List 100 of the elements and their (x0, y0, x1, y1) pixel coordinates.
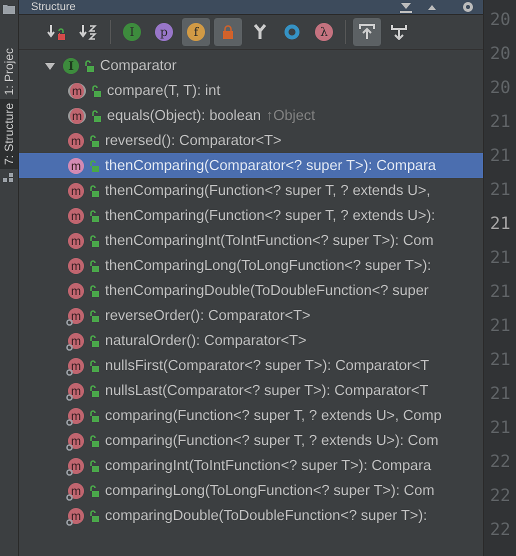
method-icon: m (68, 182, 84, 198)
pin-icon (66, 494, 73, 500)
tree-row[interactable]: m thenComparing(Comparator<? super T>): Compara (19, 153, 483, 178)
method-signature: reverseOrder(): Comparator<T> (105, 308, 310, 324)
method-signature: comparing(Function<? super T, ? extends U>): Com (105, 432, 438, 448)
tree-row[interactable]: m thenComparingLong(ToLongFunction<? super T>): (19, 253, 483, 278)
pin-icon (66, 444, 73, 450)
padlock-icon (89, 210, 99, 222)
method-icon: m (68, 282, 84, 298)
padlock-icon (89, 434, 99, 446)
method-icon: m (68, 308, 84, 324)
panel-title: Structure (31, 1, 77, 13)
interface-icon: I (63, 58, 79, 74)
method-signature: comparingDouble(ToDoubleFunction<? super T>): (105, 508, 428, 524)
method-signature: thenComparingDouble(ToDoubleFunction<? super (105, 282, 429, 298)
method-signature: thenComparingLong(ToLongFunction<? super T>): (105, 258, 432, 274)
method-signature: comparing(Function<? super T, ? extends U>, Comp (105, 408, 442, 424)
method-signature: compare(T, T): int (107, 82, 220, 98)
sort-icon (47, 23, 67, 41)
pin-icon (66, 318, 73, 326)
method-icon: m (68, 432, 84, 448)
filter-toggle[interactable]: p (150, 18, 178, 46)
method-icon: m (68, 358, 84, 374)
tree-row[interactable]: m nullsLast(Comparator<? super T>): Comparator<T (19, 378, 483, 403)
tree-row[interactable]: m comparing(Function<? super T, ? extends U>): Com (19, 428, 483, 453)
padlock-icon (89, 284, 99, 296)
ring-icon (284, 24, 300, 40)
line-number: 21 (489, 214, 512, 235)
tree-row[interactable]: m nullsFirst(Comparator<? super T>): Comparator<T (19, 353, 483, 378)
padlock-icon (89, 360, 99, 372)
method-icon: m (68, 332, 84, 348)
lock-toggle[interactable] (214, 18, 242, 46)
tree-row[interactable]: m comparing(Function<? super T, ? extends U>, Comp (19, 403, 483, 428)
tool-window-tab[interactable]: 7: Structure (0, 99, 18, 170)
method-signature: nullsFirst(Comparator<? super T>): Comparator<T (105, 358, 430, 374)
tree-row[interactable]: m reversed(): Comparator<T> (19, 128, 483, 153)
method-signature: thenComparing(Function<? super T, ? extends U>, (105, 182, 430, 198)
padlock-icon (91, 84, 101, 96)
padlock-icon (89, 484, 99, 496)
padlock-icon (89, 510, 99, 522)
method-icon: m (68, 208, 84, 224)
padlock-icon (89, 384, 99, 396)
filter-toggle[interactable]: I (118, 18, 146, 46)
tree-row[interactable]: m naturalOrder(): Comparator<T> (19, 328, 483, 353)
padlock-icon (89, 234, 99, 246)
settings-icon[interactable] (461, 1, 475, 13)
method-icon: m (68, 458, 84, 474)
method-signature: naturalOrder(): Comparator<T> (105, 332, 306, 348)
alpha-sort-icon (79, 23, 99, 41)
padlock-icon (89, 134, 99, 146)
tree-row[interactable]: m thenComparing(Function<? super T, ? extends U>): (19, 203, 483, 228)
method-signature: comparingInt(ToIntFunction<? super T>): Compara (105, 458, 432, 474)
expand-arrow-icon[interactable] (45, 60, 55, 70)
scroll-to-toggle[interactable] (353, 18, 381, 46)
method-signature: nullsLast(Comparator<? super T>): Comparator<T (105, 382, 428, 398)
pin-icon (66, 344, 73, 350)
tree-row[interactable]: m comparingDouble(ToDoubleFunction<? super T>): (19, 503, 483, 528)
tree-row[interactable]: m thenComparingDouble(ToDoubleFunction<? super (19, 278, 483, 303)
tree-row[interactable]: m comparingLong(ToLongFunction<? super T>): Com (19, 478, 483, 503)
pin-icon (66, 394, 73, 400)
method-signature: comparingLong(ToLongFunction<? super T>): Com (105, 482, 434, 498)
filter-toggle[interactable]: f (182, 18, 210, 46)
tree-row[interactable]: m thenComparing(Function<? super T, ? extends U>, (19, 178, 483, 203)
method-signature: reversed(): Comparator<T> (105, 132, 282, 148)
method-icon: m (68, 258, 84, 274)
pin-icon (66, 518, 73, 526)
padlock-icon (91, 110, 101, 122)
method-signature: thenComparingInt(ToIntFunction<? super T>): Com (105, 232, 434, 248)
padlock-icon (89, 410, 99, 422)
tree-row[interactable]: m compare(T, T): int (19, 78, 483, 103)
padlock-icon (89, 160, 99, 172)
triangle-icon[interactable] (427, 3, 437, 11)
tool-window-tab[interactable]: 1: Projec (0, 44, 18, 100)
method-icon: m (68, 508, 84, 524)
pin-icon (66, 418, 73, 426)
tree-item[interactable]: Comparator (100, 58, 177, 74)
folder-icon (3, 4, 15, 14)
fork-icon (253, 24, 267, 40)
tree-row[interactable]: m comparingInt(ToIntFunction<? super T>): Compara (19, 453, 483, 478)
pin-icon (66, 368, 73, 376)
padlock-icon (89, 310, 99, 322)
padlock-icon (89, 334, 99, 346)
tree-row[interactable]: m reverseOrder(): Comparator<T> (19, 303, 483, 328)
method-icon: m (68, 482, 84, 498)
method-icon: m (68, 108, 86, 124)
method-signature: thenComparing(Function<? super T, ? extends U>): (105, 208, 436, 224)
method-icon: m (68, 382, 84, 398)
tree-row[interactable]: m thenComparingInt(ToIntFunction<? super T>): Com (19, 228, 483, 253)
method-icon: m (68, 232, 84, 248)
tree-row[interactable]: m equals(Object): boolean ↑Object (19, 103, 483, 128)
padlock-icon (84, 60, 94, 72)
filter-toggle[interactable]: λ (310, 18, 338, 46)
hide-icon[interactable] (399, 1, 413, 13)
padlock-icon (89, 184, 99, 196)
method-icon: m (68, 82, 86, 98)
padlock-icon (89, 460, 99, 472)
structure-icon (3, 173, 15, 184)
padlock-icon (222, 25, 234, 39)
method-icon: m (68, 158, 84, 174)
padlock-icon (89, 260, 99, 272)
